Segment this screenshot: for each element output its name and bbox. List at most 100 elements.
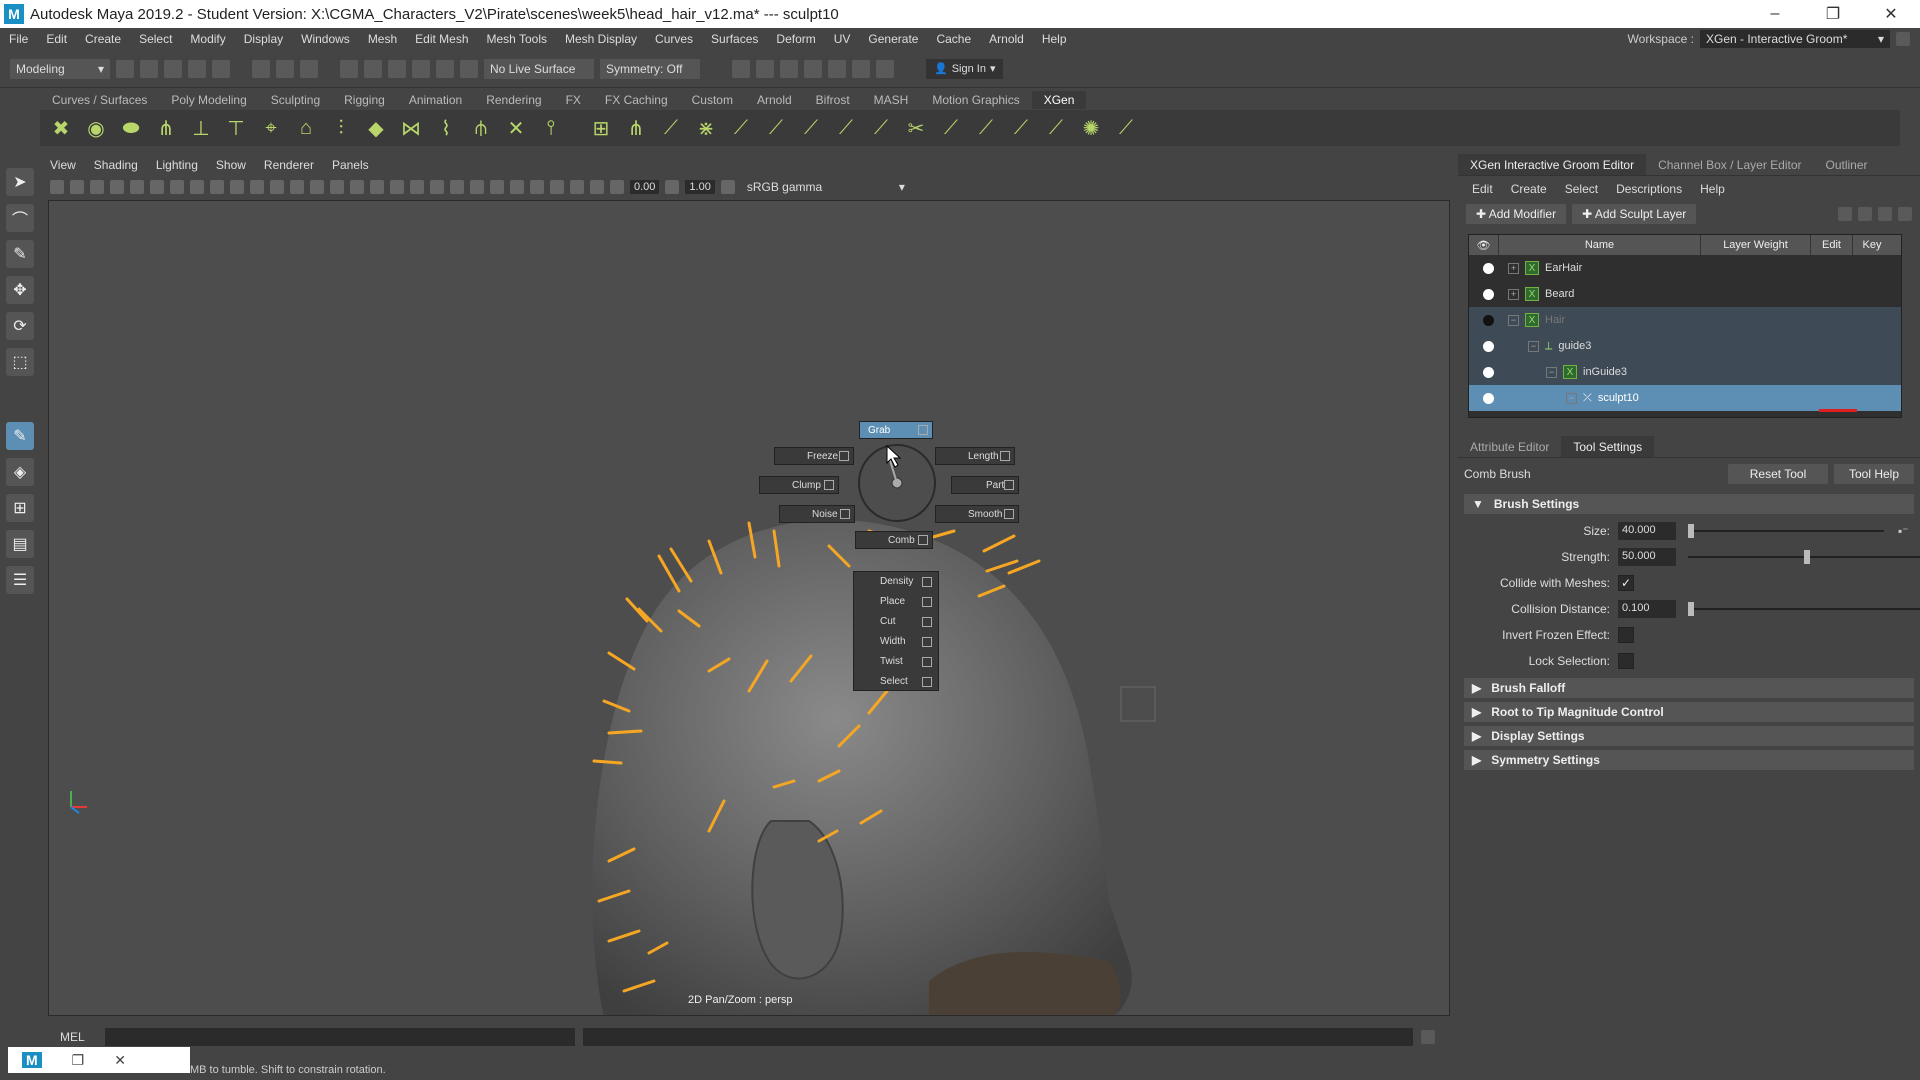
menu-curves[interactable]: Curves bbox=[646, 32, 702, 46]
tab-channel-box[interactable]: Channel Box / Layer Editor bbox=[1646, 154, 1813, 175]
smooth-shade-icon[interactable] bbox=[330, 180, 344, 194]
brush-freeze-icon[interactable]: ⋇ bbox=[693, 115, 719, 141]
shelf-tab-custom[interactable]: Custom bbox=[680, 91, 745, 109]
menu-create[interactable]: Create bbox=[76, 32, 130, 46]
noise-option-box[interactable] bbox=[840, 509, 850, 519]
menu-cache[interactable]: Cache bbox=[927, 32, 980, 46]
xray-icon[interactable] bbox=[550, 180, 564, 194]
groom-menu-help[interactable]: Help bbox=[1700, 182, 1725, 196]
collision-distance-slider[interactable] bbox=[1688, 602, 1920, 616]
collision-distance-field[interactable]: 0.100 bbox=[1618, 600, 1676, 618]
marking-menu-smooth[interactable]: Smooth bbox=[935, 505, 1019, 523]
visibility-icon[interactable] bbox=[1483, 314, 1494, 326]
lock-icon[interactable] bbox=[1896, 32, 1910, 46]
pause-icon[interactable] bbox=[876, 59, 894, 78]
xgen-place-guides-icon[interactable]: ⋔ bbox=[153, 115, 179, 141]
viewport-menu-lighting[interactable]: Lighting bbox=[156, 158, 198, 176]
strength-slider-knob[interactable] bbox=[1804, 550, 1810, 564]
twist-option-box[interactable] bbox=[922, 657, 932, 667]
add-modifier-button[interactable]: ✚ Add Modifier bbox=[1466, 204, 1567, 224]
strength-field[interactable]: 50.000 bbox=[1618, 548, 1676, 566]
visibility-icon[interactable] bbox=[1483, 288, 1494, 300]
shelf-tab-fx-caching[interactable]: FX Caching bbox=[593, 91, 680, 109]
move-tool-icon[interactable]: ✥ bbox=[6, 276, 34, 304]
brush-place-icon[interactable]: ⋔ bbox=[623, 115, 649, 141]
workspace-dropdown[interactable]: XGen - Interactive Groom* ▾ bbox=[1700, 30, 1890, 48]
live-surface-field[interactable]: No Live Surface bbox=[484, 58, 594, 79]
marking-menu-comb[interactable]: Comb bbox=[855, 531, 933, 549]
tab-xgen-groom-editor[interactable]: XGen Interactive Groom Editor bbox=[1458, 154, 1647, 175]
shelf-tab-poly-modeling[interactable]: Poly Modeling bbox=[159, 91, 258, 109]
size-slider-range-icon[interactable]: ▪⁻ bbox=[1898, 524, 1909, 538]
visibility-icon[interactable] bbox=[1483, 262, 1494, 274]
color-space-dropdown[interactable]: sRGB gamma ▾ bbox=[740, 179, 911, 195]
scale-tool-icon[interactable]: ⬚ bbox=[6, 348, 34, 376]
column-edit[interactable]: Edit bbox=[1811, 235, 1853, 255]
section-root-to-tip[interactable]: ▶ Root to Tip Magnitude Control bbox=[1464, 702, 1914, 722]
outliner-layout-icon[interactable]: ☰ bbox=[6, 566, 34, 594]
invert-frozen-checkbox[interactable] bbox=[1618, 627, 1634, 643]
shelf-tab-bifrost[interactable]: Bifrost bbox=[804, 91, 862, 109]
menu-surfaces[interactable]: Surfaces bbox=[702, 32, 767, 46]
menu-uv[interactable]: UV bbox=[825, 32, 860, 46]
minimize-button[interactable]: – bbox=[1746, 0, 1804, 28]
select-tool-icon[interactable]: ➤ bbox=[6, 168, 34, 196]
menu-deform[interactable]: Deform bbox=[767, 32, 824, 46]
collide-checkbox[interactable]: ✓ bbox=[1618, 575, 1634, 591]
render-settings-icon[interactable] bbox=[804, 59, 822, 78]
menu-mesh[interactable]: Mesh bbox=[359, 32, 406, 46]
section-brush-falloff[interactable]: ▶ Brush Falloff bbox=[1464, 678, 1914, 698]
anti-aliasing-icon[interactable] bbox=[490, 180, 504, 194]
arrow-left-double-icon[interactable] bbox=[1858, 207, 1872, 221]
shelf-tab-xgen[interactable]: XGen bbox=[1031, 91, 1087, 109]
grid-icon[interactable] bbox=[170, 180, 184, 194]
xgen-cut-icon[interactable]: ⫛ bbox=[468, 115, 494, 141]
width-option-box[interactable] bbox=[922, 637, 932, 647]
rotate-tool-icon[interactable]: ⟳ bbox=[6, 312, 34, 340]
redo-icon[interactable] bbox=[212, 59, 230, 78]
table-row[interactable]: + X Beard bbox=[1469, 281, 1901, 307]
collapse-icon[interactable]: − bbox=[1566, 392, 1577, 404]
tab-attribute-editor[interactable]: Attribute Editor bbox=[1458, 436, 1561, 457]
xgen-smooth-icon[interactable]: ⫯ bbox=[538, 115, 564, 141]
bookmarks-icon[interactable] bbox=[90, 180, 104, 194]
xray-components-icon[interactable] bbox=[590, 180, 604, 194]
resolution-gate-icon[interactable] bbox=[210, 180, 224, 194]
four-view-layout-icon[interactable]: ⊞ bbox=[6, 494, 34, 522]
marking-menu-density[interactable]: Density bbox=[854, 572, 938, 592]
lighting-icon[interactable] bbox=[410, 180, 424, 194]
depth-of-field-icon[interactable] bbox=[510, 180, 524, 194]
shelf-tab-curves-surfaces[interactable]: Curves / Surfaces bbox=[40, 91, 159, 109]
grease-pencil-icon[interactable] bbox=[150, 180, 164, 194]
marking-menu-width[interactable]: Width bbox=[854, 632, 938, 652]
select-camera-icon[interactable] bbox=[50, 180, 64, 194]
menu-arnold[interactable]: Arnold bbox=[980, 32, 1033, 46]
groom-menu-descriptions[interactable]: Descriptions bbox=[1616, 182, 1682, 196]
add-sculpt-layer-button[interactable]: ✚ Add Sculpt Layer bbox=[1572, 204, 1697, 224]
persp-outliner-layout-icon[interactable]: ▤ bbox=[6, 530, 34, 558]
xgen-editor-icon[interactable]: ✖ bbox=[48, 115, 74, 141]
single-perspective-layout-icon[interactable]: ◈ bbox=[6, 458, 34, 486]
marking-menu-place[interactable]: Place bbox=[854, 592, 938, 612]
undo-icon[interactable] bbox=[188, 59, 206, 78]
brush-select-icon[interactable]: ⟋ bbox=[1043, 115, 1069, 141]
select-hierarchy-icon[interactable] bbox=[252, 59, 270, 78]
close-button[interactable]: ✕ bbox=[1862, 0, 1920, 28]
brush-mirror-icon[interactable]: ⟋ bbox=[1113, 115, 1139, 141]
brush-grab-icon[interactable]: ⊞ bbox=[588, 115, 614, 141]
column-key[interactable]: Key bbox=[1853, 235, 1891, 255]
xgen-length-icon[interactable]: ⫶ bbox=[328, 115, 354, 141]
select-option-box[interactable] bbox=[922, 677, 932, 687]
smooth-option-box[interactable] bbox=[1004, 509, 1014, 519]
ambient-occlusion-icon[interactable] bbox=[450, 180, 464, 194]
viewport-menu-renderer[interactable]: Renderer bbox=[264, 158, 314, 176]
lasso-tool-icon[interactable]: ⌒ bbox=[6, 204, 34, 232]
menu-file[interactable]: File bbox=[0, 32, 37, 46]
table-row[interactable]: − X Hair bbox=[1469, 307, 1901, 333]
gamma-icon[interactable] bbox=[665, 180, 680, 194]
arrow-left-icon[interactable] bbox=[1838, 207, 1852, 221]
safe-title-icon[interactable] bbox=[290, 180, 304, 194]
collapse-icon[interactable]: − bbox=[1528, 340, 1539, 352]
paint-select-tool-icon[interactable]: ✎ bbox=[6, 240, 34, 268]
freeze-option-box[interactable] bbox=[839, 451, 849, 461]
